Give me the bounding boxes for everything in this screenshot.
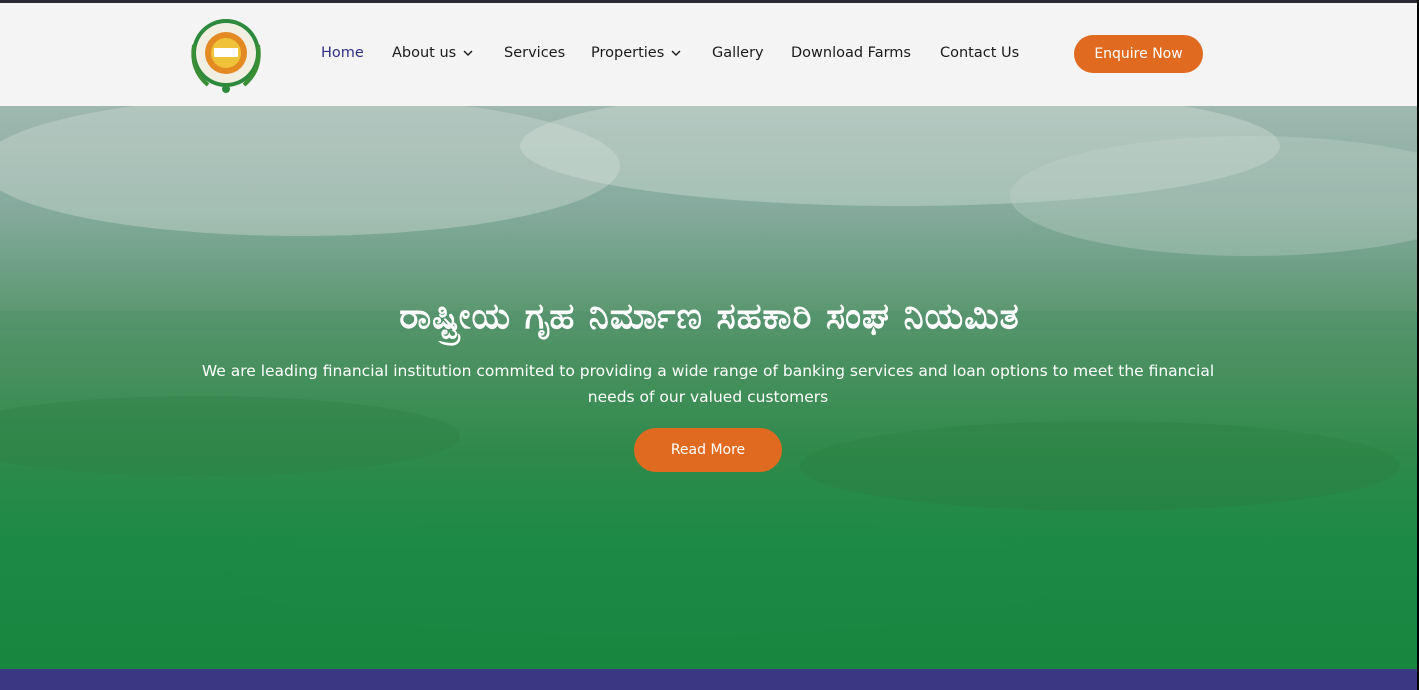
nav-contact-us[interactable]: Contact Us bbox=[940, 45, 1019, 61]
nav-properties-label: Properties bbox=[591, 45, 665, 61]
nav-properties[interactable]: Properties bbox=[591, 45, 682, 61]
nav-home-label: Home bbox=[321, 45, 364, 61]
nav-about-us[interactable]: About us bbox=[392, 45, 474, 61]
nav-download-farms[interactable]: Download Farms bbox=[791, 45, 911, 61]
bottom-section-band bbox=[0, 669, 1419, 690]
nav-about-us-label: About us bbox=[392, 45, 457, 61]
nav-gallery[interactable]: Gallery bbox=[712, 45, 764, 61]
nav-download-farms-label: Download Farms bbox=[791, 45, 911, 61]
hero-subtitle: We are leading financial institution com… bbox=[201, 362, 1215, 406]
enquire-now-button[interactable]: Enquire Now bbox=[1074, 35, 1203, 73]
site-header: Home About us Services Properties Galler… bbox=[0, 3, 1419, 106]
nav-services-label: Services bbox=[504, 45, 566, 61]
logo-emblem-icon bbox=[191, 19, 261, 93]
chevron-down-icon bbox=[671, 50, 681, 56]
logo[interactable] bbox=[186, 15, 266, 95]
nav-home[interactable]: Home bbox=[321, 45, 364, 61]
hero-banner: ರಾಷ್ಟ್ರೀಯ ಗೃಹ ನಿರ್ಮಾಣ ಸಹಕಾರಿ ಸಂಘ ನಿಯಮಿತ … bbox=[0, 106, 1419, 669]
nav-gallery-label: Gallery bbox=[712, 45, 764, 61]
chevron-down-icon bbox=[463, 50, 473, 56]
read-more-button[interactable]: Read More bbox=[634, 428, 782, 472]
hero-title: ರಾಷ್ಟ್ರೀಯ ಗೃಹ ನಿರ್ಮಾಣ ಸಹಕಾರಿ ಸಂಘ ನಿಯಮಿತ bbox=[399, 296, 1020, 337]
nav-services[interactable]: Services bbox=[504, 45, 565, 61]
nav-contact-us-label: Contact Us bbox=[940, 45, 1020, 61]
